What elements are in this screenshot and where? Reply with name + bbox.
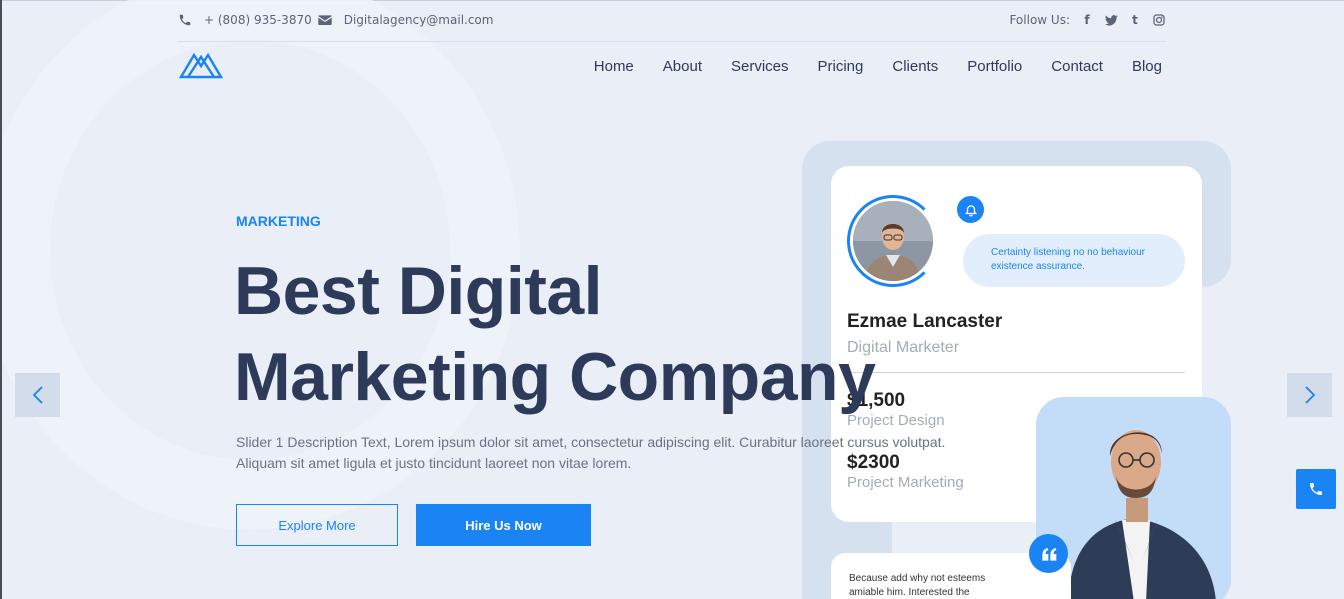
hero-headline: Best Digital Marketing Company — [234, 248, 876, 420]
follow-us: Follow Us: f t — [1009, 13, 1166, 27]
bell-icon[interactable] — [957, 196, 984, 223]
contact-info: + (808) 935-3870 Digitalagency@mail.com — [178, 13, 499, 27]
tumblr-icon[interactable]: t — [1128, 13, 1142, 27]
phone-icon — [179, 14, 191, 26]
nav-pricing[interactable]: Pricing — [818, 58, 864, 75]
person-photo — [1062, 412, 1222, 599]
nav-home[interactable]: Home — [594, 58, 634, 75]
twitter-icon[interactable] — [1104, 13, 1118, 27]
headline-line: Marketing Company — [234, 339, 876, 415]
chevron-left-icon — [32, 386, 43, 404]
main-nav: Home About Services Pricing Clients Port… — [565, 58, 1162, 75]
hero-eyebrow: MARKETING — [236, 213, 321, 229]
phone-number[interactable]: + (808) 935-3870 — [204, 13, 312, 27]
envelope-icon — [318, 15, 332, 25]
profile-divider — [847, 372, 1185, 373]
explore-more-button[interactable]: Explore More — [236, 504, 398, 546]
hero-description: Slider 1 Description Text, Lorem ipsum d… — [236, 434, 946, 471]
facebook-icon[interactable]: f — [1080, 13, 1094, 27]
nav-portfolio[interactable]: Portfolio — [967, 58, 1022, 75]
quote-icon — [1029, 534, 1068, 573]
instagram-icon[interactable] — [1152, 13, 1166, 27]
hire-us-now-button[interactable]: Hire Us Now — [416, 504, 591, 546]
slider-next-button[interactable] — [1287, 373, 1332, 417]
nav-blog[interactable]: Blog — [1132, 58, 1162, 75]
stat-label: Project Marketing — [847, 474, 964, 491]
brand-logo[interactable] — [178, 51, 224, 83]
call-button[interactable] — [1296, 469, 1336, 509]
nav-contact[interactable]: Contact — [1051, 58, 1103, 75]
nav-clients[interactable]: Clients — [892, 58, 938, 75]
nav-services[interactable]: Services — [731, 58, 789, 75]
message-bubble: Certainty listening no no behaviour exis… — [963, 234, 1185, 287]
chevron-right-icon — [1304, 386, 1315, 404]
headline-line: Best Digital — [234, 253, 603, 329]
logo-icon — [178, 52, 224, 79]
nav-about[interactable]: About — [663, 58, 702, 75]
follow-label: Follow Us: — [1009, 13, 1070, 27]
email-address[interactable]: Digitalagency@mail.com — [344, 13, 494, 27]
phone-icon — [1310, 483, 1322, 495]
window-left-edge — [0, 0, 2, 599]
top-bar: + (808) 935-3870 Digitalagency@mail.com … — [178, 0, 1166, 42]
slider-prev-button[interactable] — [15, 373, 60, 417]
testimonial-text: Because add why not esteems amiable him.… — [849, 573, 986, 598]
